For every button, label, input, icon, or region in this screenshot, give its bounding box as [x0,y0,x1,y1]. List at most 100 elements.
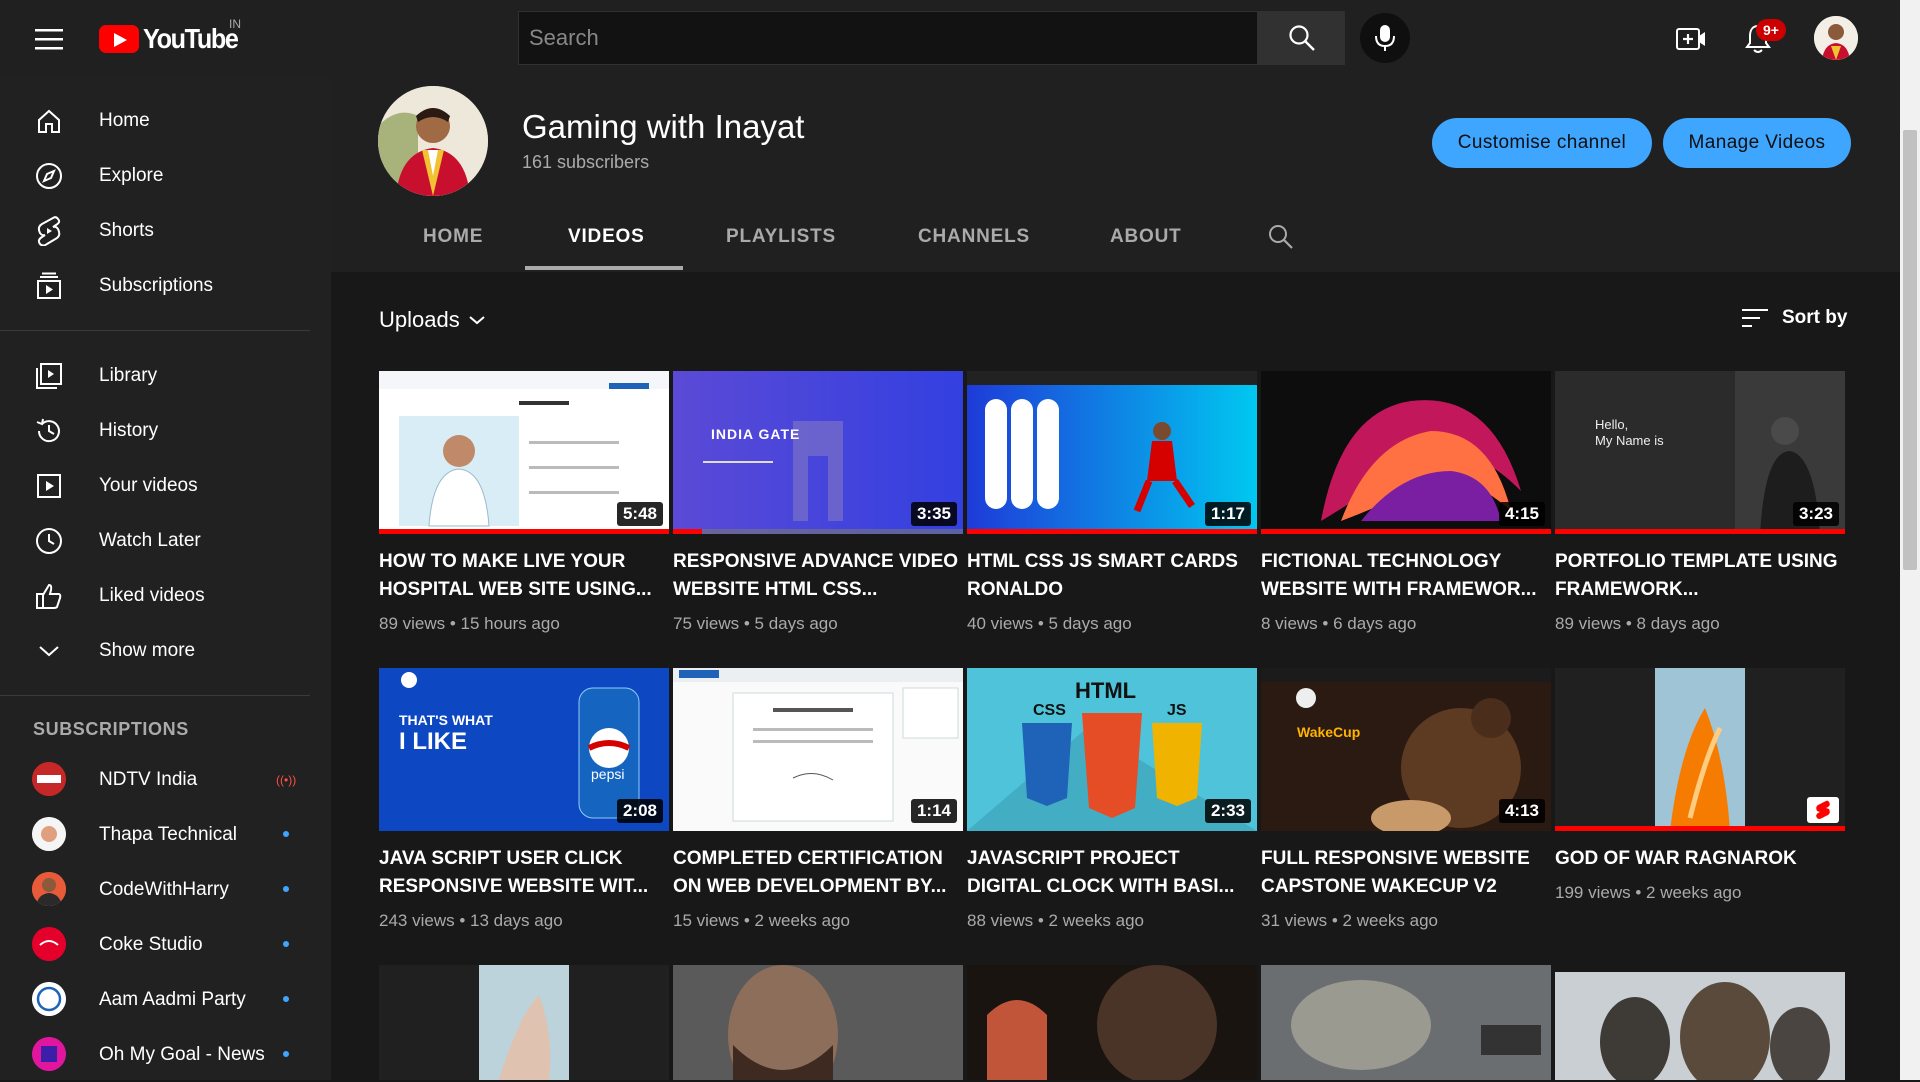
uploads-dropdown[interactable]: Uploads [379,307,486,333]
tab-channels[interactable]: CHANNELS [918,226,1030,248]
channel-avatar [32,927,66,961]
video-card[interactable]: 5:48 HOW TO MAKE LIVE YOUR HOSPITAL WEB … [379,371,669,634]
voice-search-button[interactable] [1360,13,1410,63]
subscription-item[interactable]: Aam Aadmi Party [0,972,331,1027]
channel-avatar [32,982,66,1016]
video-title[interactable]: JAVASCRIPT PROJECT DIGITAL CLOCK WITH BA… [967,845,1257,901]
video-title[interactable]: GOD OF WAR RAGNAROK [1555,845,1845,873]
youtube-play-icon [99,25,139,53]
video-thumbnail[interactable]: 5:48 [379,371,669,534]
sidebar-item-home[interactable]: Home [0,93,331,148]
video-thumbnail[interactable]: 1:17 [967,371,1257,534]
sidebar-divider [0,695,310,696]
subscription-item[interactable]: Coke Studio [0,917,331,972]
subscription-item[interactable]: CodeWithHarry [0,862,331,917]
video-card[interactable]: 1:17 HTML CSS JS SMART CARDS RONALDO 40 … [967,371,1257,634]
video-title[interactable]: FULL RESPONSIVE WEBSITE CAPSTONE WAKECUP… [1261,845,1551,901]
tab-videos[interactable]: VIDEOS [568,226,645,248]
video-duration: 2:08 [616,799,663,823]
account-avatar[interactable] [1814,16,1858,60]
sidebar-item-liked-videos[interactable]: Liked videos [0,568,331,623]
video-thumbnail[interactable]: HTML CSS JS 2:33 [967,668,1257,831]
subscription-name: Oh My Goal - News [99,1043,265,1065]
sidebar-item-show-more[interactable]: Show more [0,623,331,678]
active-tab-indicator [525,266,683,270]
video-card[interactable] [673,965,963,1080]
video-card[interactable]: Hello, My Name is 3:23 PORTFOLIO TEMPLAT… [1555,371,1845,634]
video-thumbnail[interactable]: 4:15 [1261,371,1551,534]
sort-by-button[interactable]: Sort by [1742,307,1847,329]
video-card[interactable]: THAT'S WHAT I LIKE pepsi 2:08 JAVA SCRIP… [379,668,669,931]
video-thumbnail[interactable] [1555,668,1845,831]
youtube-logo[interactable]: YouTube [99,23,248,54]
video-title[interactable]: RESPONSIVE ADVANCE VIDEO WEBSITE HTML CS… [673,548,963,604]
manage-videos-button[interactable]: Manage Videos [1663,118,1851,168]
video-card[interactable]: GOD OF WAR RAGNAROK 199 views • 2 weeks … [1555,668,1845,903]
video-thumbnail[interactable]: THAT'S WHAT I LIKE pepsi 2:08 [379,668,669,831]
subscription-item[interactable]: NDTV India ((•)) [0,752,331,807]
library-icon [34,361,64,391]
sidebar-item-history[interactable]: History [0,403,331,458]
hamburger-menu-icon[interactable] [34,26,64,52]
video-duration: 1:14 [910,799,957,823]
video-card[interactable]: WakeCup 4:13 FULL RESPONSIVE WEBSITE CAP… [1261,668,1551,931]
tab-home[interactable]: HOME [423,226,483,248]
search-button[interactable] [1258,11,1345,65]
sort-by-label: Sort by [1782,307,1848,328]
video-card[interactable]: 4:15 FICTIONAL TECHNOLOGY WEBSITE WITH F… [1261,371,1551,634]
video-title[interactable]: HOW TO MAKE LIVE YOUR HOSPITAL WEB SITE … [379,548,669,604]
upload-age: 2 weeks ago [1342,911,1438,930]
subscription-item[interactable]: Oh My Goal - News [0,1027,331,1082]
channel-search-icon[interactable] [1266,222,1296,252]
video-card[interactable]: 1:14 COMPLETED CERTIFICATION ON WEB DEVE… [673,668,963,931]
video-title[interactable]: HTML CSS JS SMART CARDS RONALDO [967,548,1257,604]
upload-age: 6 days ago [1333,614,1417,633]
sidebar-item-watch-later[interactable]: Watch Later [0,513,331,568]
video-title[interactable]: FICTIONAL TECHNOLOGY WEBSITE WITH FRAMEW… [1261,548,1551,604]
video-card[interactable] [379,965,669,1080]
video-meta: 89 views • 8 days ago [1555,614,1720,633]
video-card[interactable] [1555,972,1845,1080]
subscriber-count: 161 subscribers [522,152,650,172]
video-thumbnail[interactable] [1555,972,1845,1080]
create-video-icon[interactable] [1675,24,1707,54]
sidebar-item-subscriptions[interactable]: Subscriptions [0,258,331,313]
video-thumbnail[interactable]: WakeCup 4:13 [1261,668,1551,831]
customise-channel-button[interactable]: Customise channel [1432,118,1652,168]
sidebar-item-explore[interactable]: Explore [0,148,331,203]
video-thumbnail[interactable] [673,965,963,1080]
video-thumbnail[interactable]: INDIA GATE 3:35 [673,371,963,534]
sidebar-item-library[interactable]: Library [0,348,331,403]
video-thumbnail[interactable]: 1:14 [673,668,963,831]
video-card[interactable]: HTML CSS JS 2:33 JAVASCRIPT PROJECT DIGI… [967,668,1257,931]
channel-avatar-large[interactable] [378,86,488,196]
tab-about[interactable]: ABOUT [1110,226,1182,248]
video-duration: 5:48 [616,502,663,526]
video-title[interactable]: COMPLETED CERTIFICATION ON WEB DEVELOPME… [673,845,963,901]
upload-age: 13 days ago [470,911,563,930]
video-meta: 88 views • 2 weeks ago [967,911,1144,930]
watch-progress [967,529,1257,534]
video-thumbnail[interactable] [967,965,1257,1080]
subscription-name: Aam Aadmi Party [99,988,246,1010]
video-thumbnail[interactable]: Hello, My Name is 3:23 [1555,371,1845,534]
video-duration: 3:23 [1792,502,1839,526]
sidebar-item-shorts[interactable]: Shorts [0,203,331,258]
video-thumbnail[interactable] [1261,965,1551,1080]
video-thumbnail[interactable] [379,965,669,1080]
video-title[interactable]: JAVA SCRIPT USER CLICK RESPONSIVE WEBSIT… [379,845,669,901]
video-title[interactable]: PORTFOLIO TEMPLATE USING FRAMEWORK... [1555,548,1845,604]
new-content-dot [283,941,289,947]
region-code: IN [229,17,241,31]
scrollbar-thumb[interactable] [1903,130,1917,570]
video-card[interactable]: INDIA GATE 3:35 RESPONSIVE ADVANCE VIDEO… [673,371,963,634]
video-meta: 199 views • 2 weeks ago [1555,883,1742,902]
tab-playlists[interactable]: PLAYLISTS [726,226,836,248]
search-input[interactable] [519,12,1257,64]
video-card[interactable] [967,965,1257,1080]
sidebar-item-label: Watch Later [99,529,201,551]
sidebar-item-your-videos[interactable]: Your videos [0,458,331,513]
subscription-item[interactable]: Thapa Technical [0,807,331,862]
thumbs-up-icon [34,581,64,611]
video-card[interactable] [1261,965,1551,1080]
